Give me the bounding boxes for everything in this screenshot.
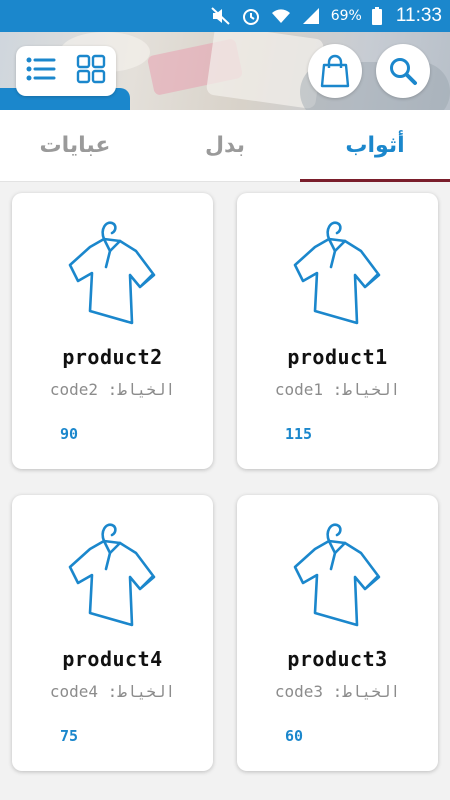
shirt-icon bbox=[293, 221, 381, 325]
product-card[interactable]: product3 الخياط: code3 60 bbox=[237, 495, 438, 771]
status-bar: 69% 11:33 bbox=[0, 0, 450, 32]
tab-abayas[interactable]: عبايات bbox=[0, 110, 150, 181]
product-name: product2 bbox=[62, 345, 163, 369]
battery-percent: 69% bbox=[330, 8, 362, 24]
mute-icon bbox=[211, 7, 230, 25]
product-price: 75 bbox=[60, 727, 79, 745]
product-card[interactable]: product1 الخياط: code1 115 bbox=[237, 193, 438, 469]
search-button[interactable] bbox=[376, 44, 430, 98]
product-price: 115 bbox=[285, 425, 313, 443]
product-price: 90 bbox=[60, 425, 79, 443]
shirt-icon bbox=[68, 523, 156, 627]
signal-icon bbox=[302, 8, 319, 24]
search-icon bbox=[390, 58, 417, 85]
battery-icon bbox=[371, 7, 382, 25]
view-toggle bbox=[16, 46, 116, 96]
product-card[interactable]: product4 الخياط: code4 75 bbox=[12, 495, 213, 771]
product-name: product3 bbox=[287, 647, 388, 671]
product-code: الخياط: code3 bbox=[274, 682, 401, 701]
tab-thobes[interactable]: أثواب bbox=[300, 110, 450, 182]
wifi-icon bbox=[271, 9, 290, 23]
grid-icon[interactable] bbox=[76, 54, 106, 88]
header-banner bbox=[0, 32, 450, 110]
product-price: 60 bbox=[285, 727, 304, 745]
alarm-icon bbox=[242, 9, 259, 25]
product-name: product1 bbox=[287, 345, 388, 369]
shopping-bag-icon bbox=[320, 54, 350, 88]
shirt-icon bbox=[68, 221, 156, 325]
category-tabs: أثواب بدل عبايات bbox=[0, 110, 450, 182]
cart-button[interactable] bbox=[308, 44, 362, 98]
tab-suits[interactable]: بدل bbox=[150, 110, 300, 181]
shirt-icon bbox=[293, 523, 381, 627]
product-code: الخياط: code2 bbox=[49, 380, 176, 399]
clock: 11:33 bbox=[395, 5, 442, 26]
product-code: الخياط: code1 bbox=[274, 380, 401, 399]
product-name: product4 bbox=[62, 647, 163, 671]
product-code: الخياط: code4 bbox=[49, 682, 176, 701]
product-card[interactable]: product2 الخياط: code2 90 bbox=[12, 193, 213, 469]
list-icon[interactable] bbox=[26, 56, 56, 86]
